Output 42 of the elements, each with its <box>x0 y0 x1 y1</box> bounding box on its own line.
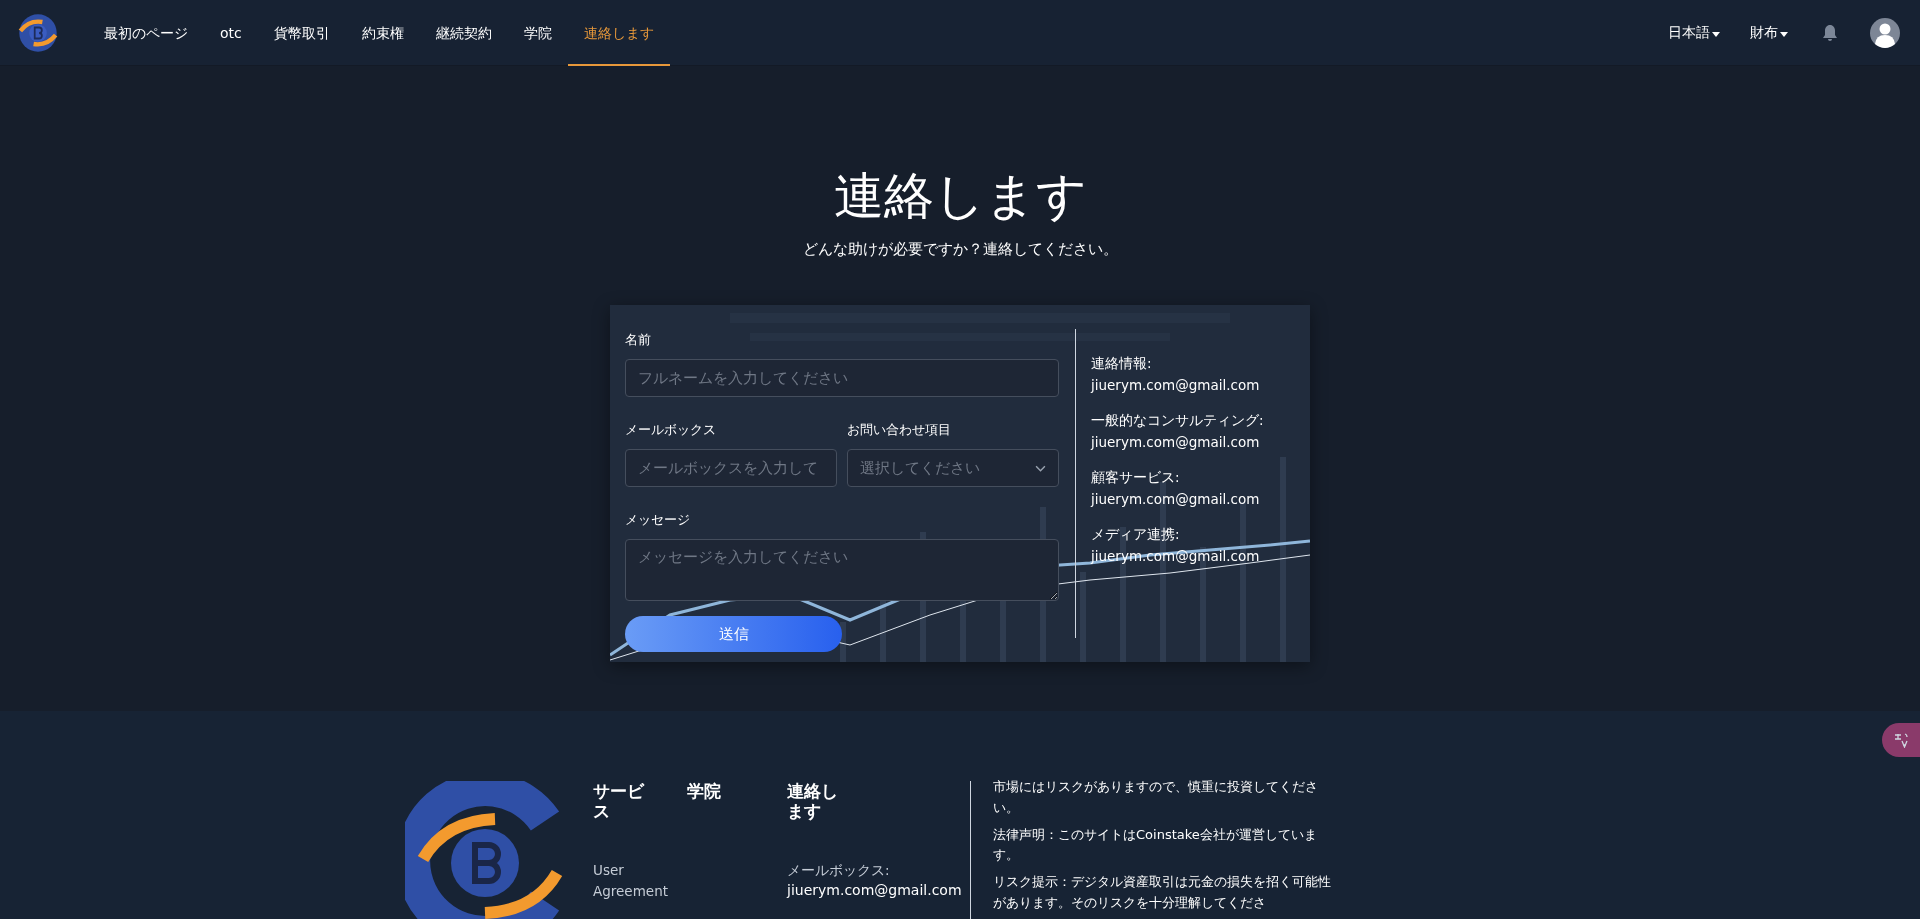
contact-email: jiuerym.com@gmail.com <box>1091 491 1261 507</box>
avatar-icon[interactable] <box>1870 17 1900 48</box>
input-field[interactable]: メールボックスを入力して <box>625 449 837 487</box>
contact-label: メールボックス: <box>787 861 891 880</box>
footer-link[interactable]: User Agreement <box>593 859 673 903</box>
dropdown-menu[interactable]: 財布 <box>1748 19 1780 46</box>
contact-label: 一般的なコンサルティング: <box>1091 412 1264 430</box>
nav-link[interactable]: 最初のページ <box>88 0 204 66</box>
nav-link[interactable]: 約束権 <box>345 0 420 66</box>
page-title: 連絡します <box>833 166 1087 226</box>
caret-icon[interactable] <box>1780 31 1788 37</box>
field-label: メッセージ <box>625 511 691 529</box>
message-field[interactable]: メッセージを入力してください <box>625 539 1059 601</box>
notice-text: 法律声明：このサイトはCoinstake会社が運営しています。 <box>993 825 1318 865</box>
chevron-down-icon <box>1035 464 1046 472</box>
contact-label: 顧客サービス: <box>1091 469 1181 487</box>
nav-link[interactable]: 連絡します <box>567 0 670 66</box>
input-field[interactable]: フルネームを入力してください <box>625 359 1059 397</box>
contact-label: メディア連携: <box>1091 526 1181 544</box>
nav-link[interactable]: 貨幣取引 <box>257 0 346 66</box>
submit-button[interactable]: 送信 <box>625 616 842 652</box>
page-subtitle: どんな助けが必要ですか？連絡してください。 <box>802 240 1118 259</box>
footer-heading: サービス <box>593 781 645 822</box>
footer-heading: 連絡します <box>787 781 839 822</box>
contact-email: jiuerym.com@gmail.com <box>1091 377 1261 393</box>
dropdown-menu[interactable]: 日本語 <box>1666 19 1712 46</box>
field-label: お問い合わせ項目 <box>847 421 952 439</box>
nav-link[interactable]: otc <box>204 0 258 66</box>
field-label: 名前 <box>625 331 652 349</box>
nav-link[interactable]: 継続契約 <box>419 0 508 66</box>
notice-text: 市場にはリスクがありますので、慎重に投資してください。 <box>993 778 1319 817</box>
bell-icon[interactable] <box>1822 23 1838 42</box>
contact-label: 連絡情報: <box>1091 355 1153 373</box>
contact-email: jiuerym.com@gmail.com <box>1091 434 1261 450</box>
nav-link[interactable]: 学院 <box>507 0 568 66</box>
footer-heading: 学院 <box>687 781 722 802</box>
logo-icon <box>405 781 565 919</box>
contact-email: jiuerym.com@gmail.com <box>787 881 962 898</box>
caret-icon[interactable] <box>1712 31 1720 37</box>
translate-button[interactable] <box>1882 723 1920 757</box>
field-label: メールボックス <box>625 421 717 439</box>
notice-text: リスク提示：デジタル資産取引は元金の損失を招く可能性があります。そのリスクを十分理解してくださ <box>993 873 1332 912</box>
